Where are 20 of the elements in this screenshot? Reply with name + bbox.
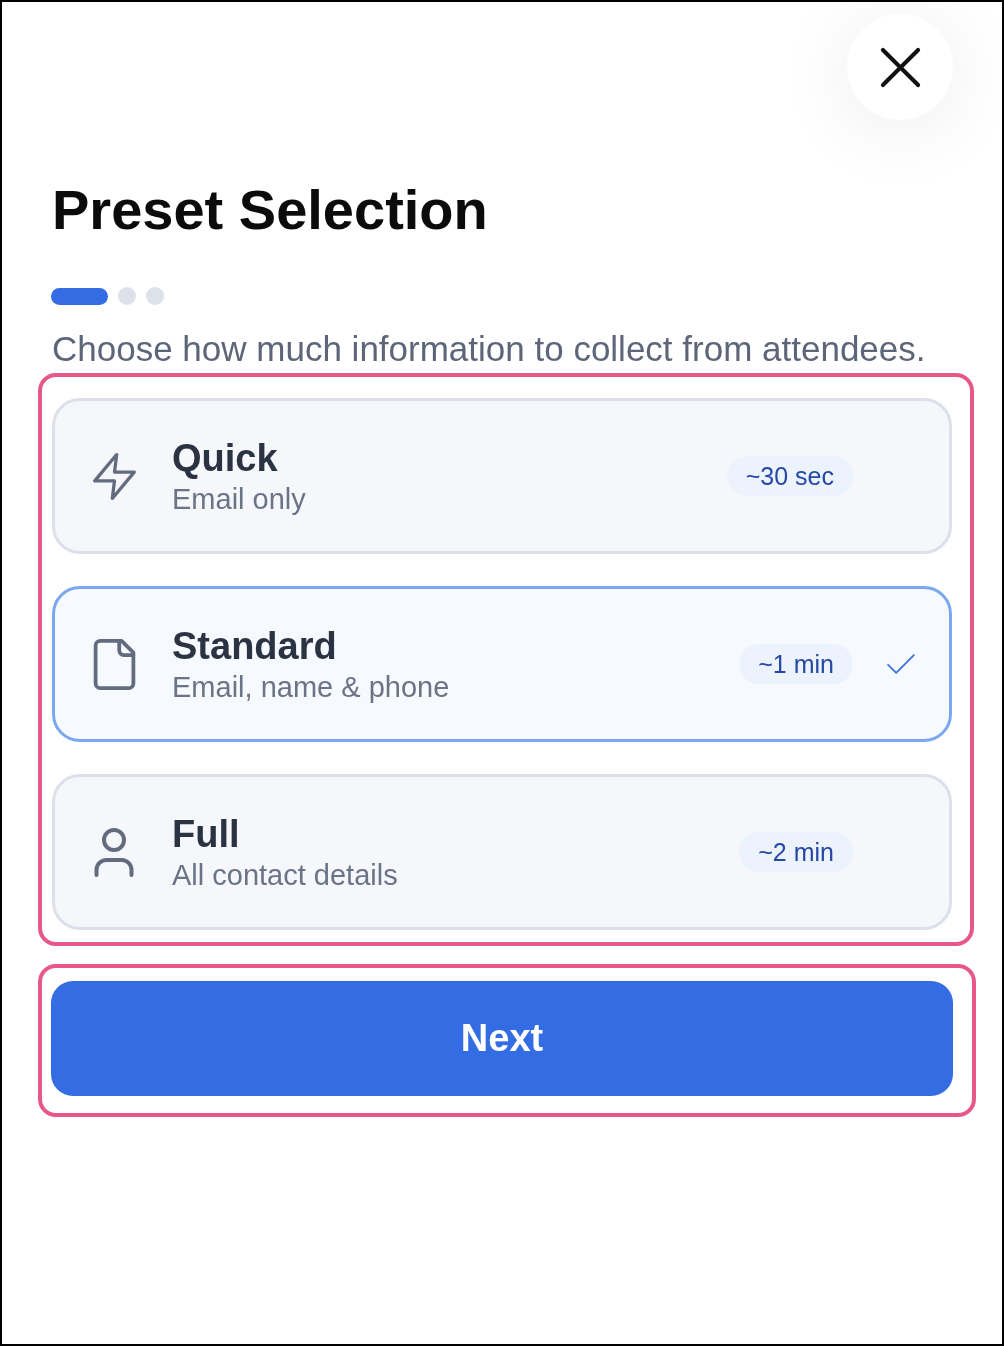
preset-description: All contact details [172,858,398,893]
preset-option[interactable]: Quick Email only ~30 sec [52,398,952,554]
document-icon [92,638,136,690]
preset-title: Full [172,812,240,857]
close-icon [879,46,921,88]
preset-description: Email, name & phone [172,670,450,705]
preset-option[interactable]: Standard Email, name & phone ~1 min [52,586,952,742]
next-button[interactable]: Next [51,981,953,1096]
duration-badge: ~30 sec [726,456,853,496]
preset-description: Email only [172,482,306,517]
lightning-bolt-icon [92,451,136,501]
preset-title: Standard [172,624,337,669]
preset-option[interactable]: Full All contact details ~2 min [52,774,952,930]
description-text: Choose how much information to collect from attendees. [52,331,926,366]
duration-badge: ~2 min [739,832,853,872]
page-title: Preset Selection [51,182,488,238]
user-icon [93,827,135,877]
duration-badge: ~1 min [739,644,853,684]
preset-title: Quick [172,436,278,481]
checkmark-icon [887,654,915,674]
